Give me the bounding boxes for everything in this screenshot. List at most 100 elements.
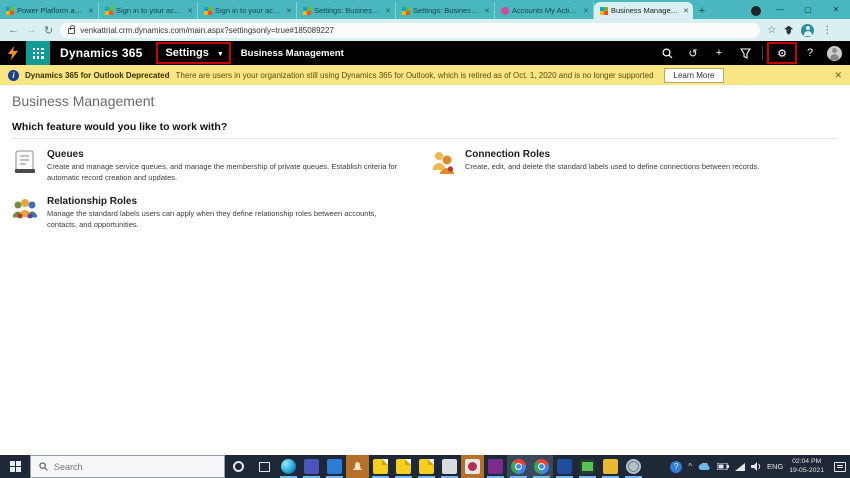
quick-create-plus-icon[interactable]: + xyxy=(706,41,732,65)
tab-close-icon[interactable]: ✕ xyxy=(88,7,94,15)
notes-book-icon[interactable] xyxy=(599,455,622,478)
search-input[interactable] xyxy=(54,461,194,472)
microsoft-favicon-icon xyxy=(6,6,14,15)
outlook-icon[interactable] xyxy=(323,455,346,478)
battery-icon[interactable] xyxy=(716,463,729,470)
maximize-button[interactable]: ▢ xyxy=(794,5,822,14)
filter-funnel-icon[interactable] xyxy=(732,41,758,65)
tab-title: Business Managemen xyxy=(611,6,681,15)
learn-more-button[interactable]: Learn More xyxy=(663,67,725,83)
feature-connection-roles[interactable]: Connection Roles Create, edit, and delet… xyxy=(430,149,838,184)
tab-close-icon[interactable]: ✕ xyxy=(484,7,490,15)
language-indicator[interactable]: ENG xyxy=(767,462,783,471)
browser-globe-icon[interactable] xyxy=(622,455,645,478)
taskbar-search-box[interactable] xyxy=(30,455,225,478)
tab-close-icon[interactable]: ✕ xyxy=(583,7,589,15)
tab-business-management-active[interactable]: Business Managemen ✕ xyxy=(594,2,693,19)
tab-settings-business-2[interactable]: Settings: Business Ma ✕ xyxy=(396,2,495,19)
chevron-down-icon[interactable]: ▼ xyxy=(217,51,224,58)
microsoft-favicon-icon xyxy=(105,6,113,15)
sticky-note-icon[interactable] xyxy=(392,455,415,478)
task-view-icon[interactable] xyxy=(251,455,277,478)
tab-close-icon[interactable]: ✕ xyxy=(187,7,193,15)
tab-settings-business-1[interactable]: Settings: Business Ma ✕ xyxy=(297,2,396,19)
settings-area-dropdown-highlighted[interactable]: Settings ▼ xyxy=(156,42,231,64)
tab-accounts-active[interactable]: Accounts My Active A ✕ xyxy=(495,2,594,19)
app-launcher-waffle-icon[interactable] xyxy=(26,41,50,65)
feature-title[interactable]: Queues xyxy=(47,149,407,160)
tab-power-platform[interactable]: Power Platform admi ✕ xyxy=(0,2,99,19)
gear-icon[interactable]: ⚙ xyxy=(777,47,787,60)
network-signal-icon[interactable] xyxy=(734,462,745,471)
media-controls-icon[interactable] xyxy=(751,6,761,16)
taskbar-clock[interactable]: 02:04 PM 19-05-2021 xyxy=(789,458,824,476)
forward-icon[interactable]: → xyxy=(26,24,37,36)
address-bar[interactable]: venkattrial.crm.dynamics.com/main.aspx?s… xyxy=(60,22,761,38)
tab-close-icon[interactable]: ✕ xyxy=(683,7,689,15)
user-avatar[interactable] xyxy=(827,45,842,61)
purple-app-icon[interactable] xyxy=(484,455,507,478)
banner-title: Dynamics 365 for Outlook Deprecated xyxy=(25,70,170,80)
volume-icon[interactable] xyxy=(750,462,761,471)
feature-description: Create, edit, and delete the standard la… xyxy=(465,162,760,171)
breadcrumb-business-management[interactable]: Business Management xyxy=(241,48,344,59)
url-text[interactable]: venkattrial.crm.dynamics.com/main.aspx?s… xyxy=(80,26,334,35)
browser-menu-icon[interactable]: ⋮ xyxy=(822,25,832,36)
search-icon[interactable] xyxy=(654,41,680,65)
blue-app-icon[interactable] xyxy=(553,455,576,478)
chrome-profile-icon[interactable] xyxy=(530,455,553,478)
media-app-icon[interactable] xyxy=(461,455,484,478)
tab-close-icon[interactable]: ✕ xyxy=(286,7,292,15)
feature-relationship-roles[interactable]: Relationship Roles Manage the standard l… xyxy=(12,196,420,231)
notification-bell-icon[interactable] xyxy=(346,455,369,478)
feature-queues[interactable]: Queues Create and manage service queues,… xyxy=(12,149,420,184)
recent-history-icon[interactable]: ↺ xyxy=(680,41,706,65)
chrome-icon[interactable] xyxy=(507,455,530,478)
minimize-button[interactable]: — xyxy=(766,5,794,14)
cortana-icon[interactable] xyxy=(225,455,251,478)
screen-share-icon[interactable] xyxy=(576,455,599,478)
tab-close-icon[interactable]: ✕ xyxy=(385,7,391,15)
extension-pin-icon[interactable] xyxy=(784,25,794,35)
tab-title: Power Platform admi xyxy=(17,6,86,15)
feature-title[interactable]: Relationship Roles xyxy=(47,196,407,207)
refresh-icon[interactable]: ↻ xyxy=(44,24,53,37)
settings-area-label[interactable]: Settings xyxy=(165,47,208,59)
dynamics-365-logo[interactable]: Dynamics 365 xyxy=(50,46,156,60)
connection-roles-icon xyxy=(433,152,454,174)
sticky-note-icon[interactable] xyxy=(415,455,438,478)
back-icon[interactable]: ← xyxy=(8,24,19,36)
feature-title[interactable]: Connection Roles xyxy=(465,149,759,160)
help-assistant-icon[interactable]: ? xyxy=(670,460,683,473)
microsoft-favicon-icon xyxy=(303,6,311,15)
tab-title: Settings: Business Ma xyxy=(413,6,482,15)
banner-message: There are users in your organization sti… xyxy=(175,70,654,80)
system-tray: ? ^ ENG 02:04 PM 19-05-2021 xyxy=(670,455,850,478)
onedrive-cloud-icon[interactable] xyxy=(698,462,711,471)
desktop-screen: Power Platform admi ✕ Sign in to your ac… xyxy=(0,0,850,478)
microsoft-favicon-icon xyxy=(600,6,608,15)
help-icon[interactable]: ? xyxy=(797,41,823,65)
bookmark-star-icon[interactable]: ☆ xyxy=(767,25,776,36)
action-center-icon[interactable] xyxy=(834,461,846,472)
close-window-button[interactable]: ✕ xyxy=(822,5,850,14)
edge-icon[interactable] xyxy=(277,455,300,478)
page-title: Business Management xyxy=(12,93,155,109)
microsoft-favicon-icon xyxy=(402,6,410,15)
windows-taskbar: ? ^ ENG 02:04 PM 19-05-2021 xyxy=(0,455,850,478)
power-platform-bolt-icon[interactable] xyxy=(0,41,26,65)
new-tab-button[interactable]: + xyxy=(693,2,711,19)
tray-expand-icon[interactable]: ^ xyxy=(688,462,692,471)
sticky-note-icon[interactable] xyxy=(369,455,392,478)
settings-gear-highlighted[interactable]: ⚙ xyxy=(767,42,797,64)
teams-icon[interactable] xyxy=(300,455,323,478)
clock-time: 02:04 PM xyxy=(792,457,822,465)
taskbar-apps xyxy=(277,455,645,478)
browser-toolbar: ← → ↻ venkattrial.crm.dynamics.com/main.… xyxy=(0,19,850,41)
tab-sign-in-1[interactable]: Sign in to your accou ✕ xyxy=(99,2,198,19)
browser-profile-avatar[interactable] xyxy=(801,23,815,37)
file-explorer-icon[interactable] xyxy=(438,455,461,478)
start-button[interactable] xyxy=(0,455,30,478)
tab-sign-in-2[interactable]: Sign in to your accou ✕ xyxy=(198,2,297,19)
banner-close-icon[interactable]: ✕ xyxy=(834,70,842,81)
